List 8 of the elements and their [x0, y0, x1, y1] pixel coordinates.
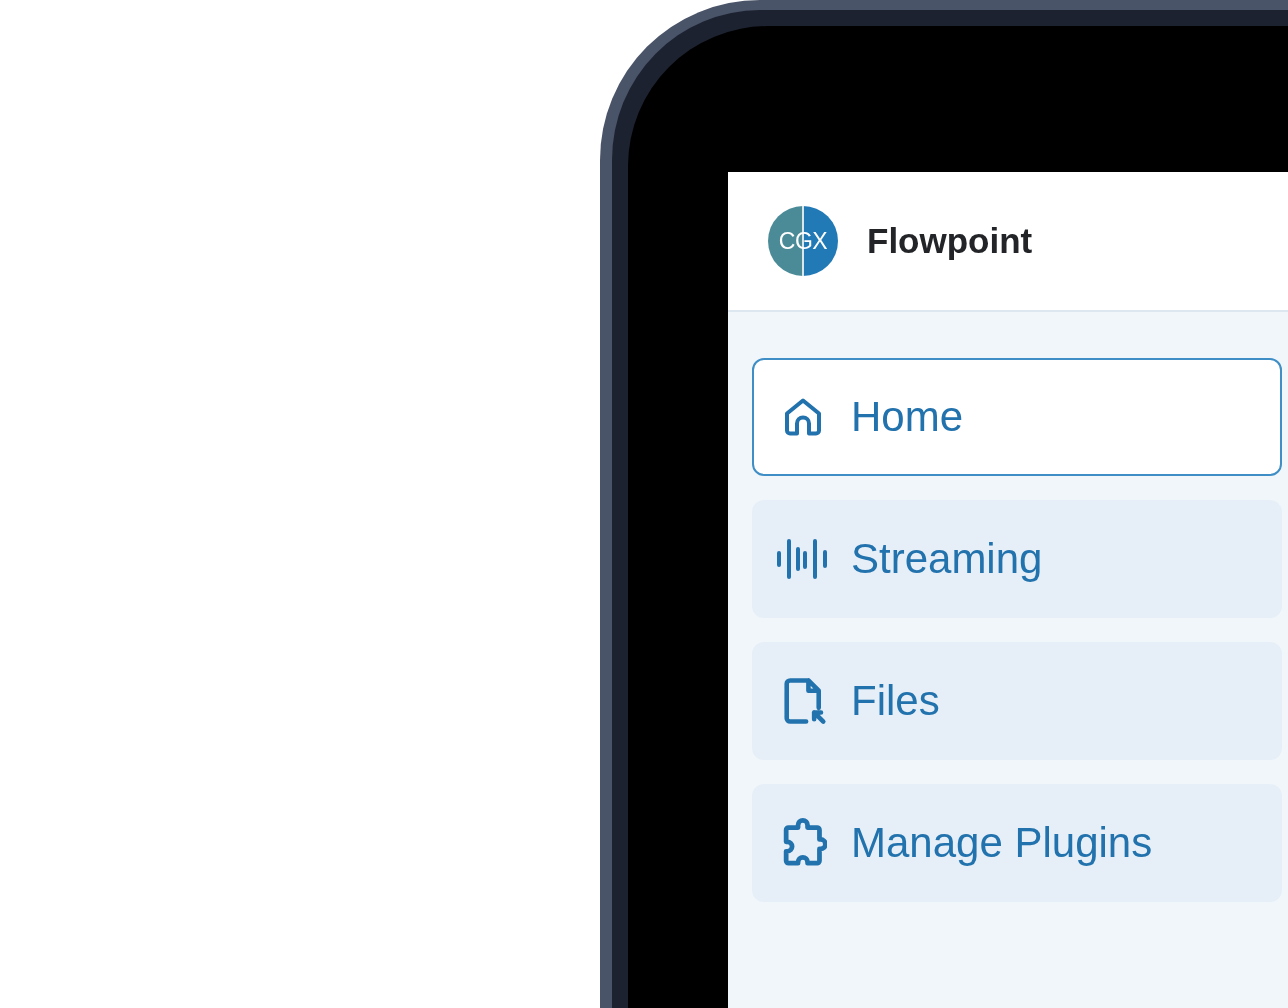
file-icon [783, 677, 827, 725]
nav-item[interactable]: Files [752, 642, 1282, 760]
home-icon [785, 397, 821, 437]
nav-item[interactable]: Streaming [752, 500, 1282, 618]
nav-item[interactable]: Manage Plugins [752, 784, 1282, 902]
app-title: Flowpoint [867, 221, 1033, 261]
puzzle-piece-icon [781, 818, 827, 868]
nav-item[interactable]: Home [752, 358, 1282, 476]
